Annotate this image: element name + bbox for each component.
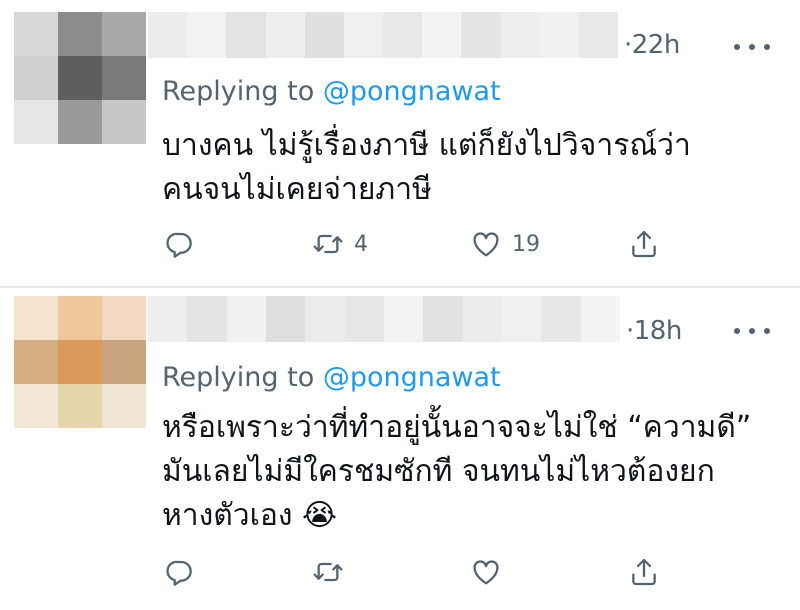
like-count: 19 — [512, 231, 540, 257]
tweet-text-line: มันเลยไม่มีใครชมซักที จนทนไม่ไหวต้องยก — [162, 454, 715, 489]
tweet-text: หรือเพราะว่าที่ทำอยู่นั้นอาจจะไม่ใช่ “คว… — [162, 406, 782, 538]
reply-icon — [166, 560, 192, 586]
avatar[interactable] — [14, 296, 146, 428]
reply-button[interactable] — [162, 554, 194, 590]
tweet-reply-2[interactable]: ·18h Replying to @pongnawat หรือเพราะว่า… — [0, 290, 800, 610]
avatar[interactable] — [14, 12, 146, 144]
mention-link[interactable]: @pongnawat — [323, 362, 501, 393]
like-button[interactable]: 19 — [470, 226, 540, 262]
tweet-text-line: คนจนไม่เคยจ่ายภาษี — [162, 172, 432, 207]
tweet-actions — [162, 554, 682, 590]
tweet-timestamp[interactable]: ·18h — [626, 316, 682, 346]
replying-to: Replying to @pongnawat — [162, 76, 501, 107]
tweet-text-line: หางตัวเอง 😭 — [162, 498, 338, 533]
retweet-icon — [313, 562, 343, 582]
share-button[interactable] — [628, 554, 660, 590]
tweet-actions: 4 19 — [162, 226, 682, 262]
mention-link[interactable]: @pongnawat — [323, 76, 501, 107]
heart-icon — [473, 232, 499, 257]
heart-icon — [473, 560, 499, 585]
tweet-reply-1[interactable]: ·22h Replying to @pongnawat บางคน ไม่รู้… — [0, 0, 800, 286]
retweet-icon — [313, 234, 343, 254]
tweet-timestamp[interactable]: ·22h — [624, 30, 680, 60]
user-name-blurred[interactable] — [148, 296, 620, 342]
more-horizontal-icon[interactable] — [734, 42, 770, 52]
tweet-text: บางคน ไม่รู้เรื่องภาษี แต่ก็ยังไปวิจารณ์… — [162, 124, 782, 212]
user-name-blurred[interactable] — [148, 12, 619, 58]
reply-button[interactable] — [162, 226, 194, 262]
more-horizontal-icon[interactable] — [734, 326, 770, 336]
share-button[interactable] — [628, 226, 660, 262]
tweet-text-line: บางคน ไม่รู้เรื่องภาษี แต่ก็ยังไปวิจารณ์… — [162, 128, 691, 163]
retweet-count: 4 — [354, 231, 368, 257]
reply-icon — [166, 232, 192, 258]
replying-to: Replying to @pongnawat — [162, 362, 501, 393]
share-icon — [632, 558, 656, 586]
share-icon — [632, 230, 656, 258]
retweet-button[interactable]: 4 — [312, 226, 368, 262]
replying-prefix: Replying to — [162, 362, 323, 393]
tweet-text-line: หรือเพราะว่าที่ทำอยู่นั้นอาจจะไม่ใช่ “คว… — [162, 410, 752, 445]
retweet-button[interactable] — [312, 554, 344, 590]
like-button[interactable] — [470, 554, 502, 590]
tweet-divider — [0, 286, 800, 288]
replying-prefix: Replying to — [162, 76, 323, 107]
